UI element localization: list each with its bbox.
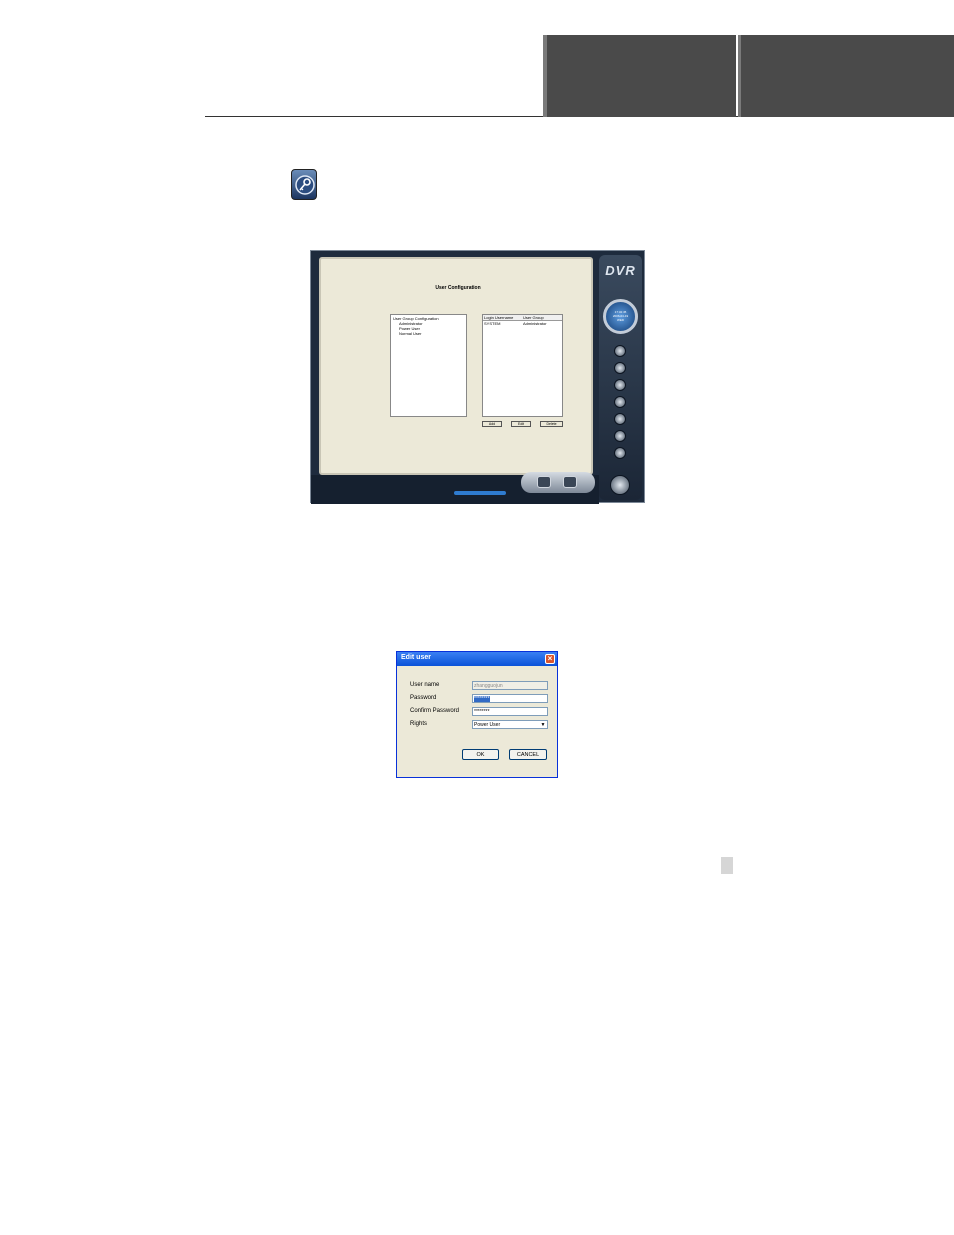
confirm-password-label: Confirm Password — [410, 708, 460, 714]
confirm-password-field[interactable]: ******** — [472, 707, 548, 716]
header-block-right — [738, 35, 954, 117]
password-label: Password — [410, 695, 437, 701]
user-key-icon[interactable] — [614, 447, 626, 459]
password-field[interactable]: ******** — [472, 694, 548, 703]
dvr-user-configuration-screenshot: User Configuration User Group Configurat… — [310, 250, 645, 504]
clock-day: WED — [617, 318, 624, 322]
user-name-field[interactable]: zhangguojun — [472, 681, 548, 690]
rights-value: Power User — [474, 722, 501, 728]
gray-marker — [721, 857, 733, 874]
dialog-titlebar: Edit user × — [397, 652, 557, 666]
dialog-title: Edit user — [401, 654, 431, 661]
dvr-side-panel: DVR 17:32:45 2006-04-19 WED — [599, 255, 642, 500]
rights-select[interactable]: Power User ▼ — [472, 720, 548, 729]
cancel-button[interactable]: CANCEL — [509, 749, 547, 760]
setup-icon[interactable] — [614, 345, 626, 357]
close-icon[interactable]: × — [545, 654, 555, 664]
rights-label: Rights — [410, 721, 428, 727]
cell-username: SYSTEM — [484, 321, 501, 326]
list-item[interactable]: SYSTEM Administrator — [483, 321, 562, 326]
cell-group: Administrator — [523, 321, 547, 326]
bottom-button-group — [521, 472, 595, 493]
user-name-label: User name — [410, 682, 440, 688]
motion-icon[interactable] — [614, 396, 626, 408]
chevron-down-icon[interactable]: ▼ — [540, 722, 546, 728]
column-user-group: User Group — [523, 315, 544, 320]
clock-display: 17:32:45 2006-04-19 WED — [603, 299, 638, 334]
edit-user-dialog: Edit user × User name zhangguojun Passwo… — [396, 651, 558, 778]
alarm-icon[interactable] — [614, 413, 626, 425]
column-login-username: Login Username — [484, 315, 514, 320]
exit-icon[interactable] — [610, 475, 630, 495]
ok-button[interactable]: OK — [462, 749, 499, 760]
add-button[interactable]: Add — [482, 421, 502, 427]
header-block-left — [543, 35, 736, 117]
password-value: ******** — [474, 696, 490, 702]
schedule-icon[interactable] — [614, 379, 626, 391]
user-group-tree[interactable]: User Group Configuration Administrator P… — [390, 314, 467, 417]
bottom-button-1[interactable] — [537, 476, 551, 488]
progress-bar — [454, 491, 506, 495]
edit-button[interactable]: Edit — [511, 421, 531, 427]
dvr-logo: DVR — [605, 263, 636, 278]
network-icon[interactable] — [614, 430, 626, 442]
record-icon[interactable] — [614, 362, 626, 374]
bottom-button-2[interactable] — [563, 476, 577, 488]
delete-button[interactable]: Delete — [540, 421, 563, 427]
tree-item-normal-user[interactable]: Normal User — [393, 331, 464, 336]
user-list[interactable]: Login Username User Group SYSTEM Adminis… — [482, 314, 563, 417]
config-panel: User Configuration User Group Configurat… — [319, 257, 593, 480]
key-icon — [291, 169, 317, 200]
panel-title: User Configuration — [435, 285, 481, 291]
